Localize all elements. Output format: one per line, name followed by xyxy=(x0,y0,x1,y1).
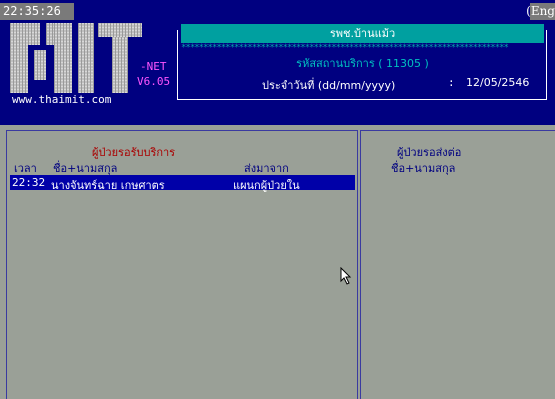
date-value: 12/05/2546 xyxy=(466,76,530,89)
row-time[interactable]: 22:32 xyxy=(12,176,45,189)
waiting-referral-panel xyxy=(360,130,555,399)
language-indicator[interactable]: (Eng xyxy=(526,4,555,18)
date-label: ประจำวันที่ (dd/mm/yyyy) xyxy=(262,79,396,92)
clock: 22:35:26 xyxy=(3,4,61,18)
row-sent-from[interactable]: แผนกผู้ป่วยใน xyxy=(233,176,300,194)
website-label: www.thaimit.com xyxy=(12,93,112,106)
header-band: 22:35:26 (Eng -NET V6.05 www.thaimit.com… xyxy=(0,0,555,125)
net-label: -NET xyxy=(140,60,167,73)
column-referral-name: ชื่อ+นามสกุล xyxy=(391,162,456,175)
row-patient-name[interactable]: นางจันทร์ฉาย เกษศาตร xyxy=(51,176,165,194)
hospital-name: รพช.บ้านแม้ว xyxy=(181,24,544,43)
service-code: รหัสสถานบริการ ( 11305 ) xyxy=(296,57,429,70)
mouse-pointer-icon xyxy=(340,266,352,289)
separator-line: ****************************************… xyxy=(181,43,509,53)
date-colon: : xyxy=(448,76,455,89)
version-label: V6.05 xyxy=(137,75,171,88)
